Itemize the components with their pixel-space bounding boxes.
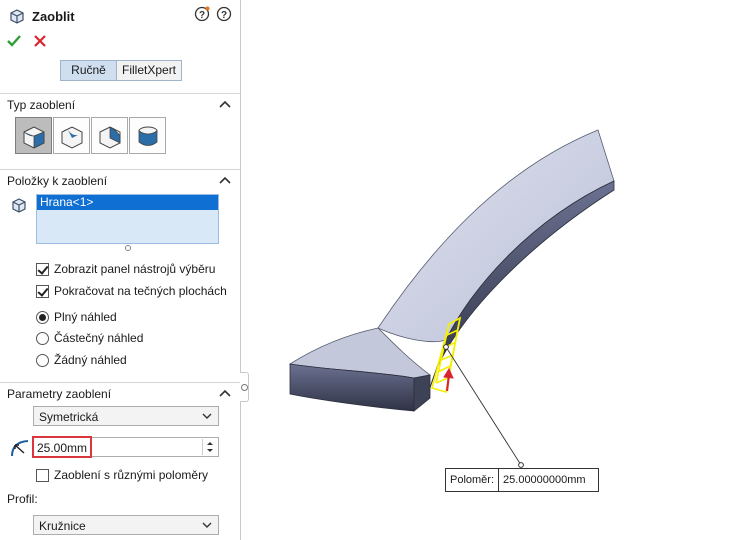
multi-radius-checkbox[interactable]: Zaoblení s různými poloměry	[36, 468, 208, 482]
radio-unselected[interactable]	[36, 353, 49, 367]
radius-callout[interactable]: Poloměr: 25.00000000mm	[445, 468, 599, 492]
full-round-fillet-icon	[138, 126, 157, 146]
profile-label: Profil:	[7, 492, 38, 506]
variable-fillet-icon	[61, 125, 82, 149]
show-selection-toolbar-checkbox[interactable]: Zobrazit panel nástrojů výběru	[36, 262, 215, 276]
partial-preview-label: Částečný náhled	[54, 331, 144, 345]
variable-size-fillet-button[interactable]	[53, 117, 90, 154]
collapse-chevron-icon[interactable]	[219, 388, 231, 398]
spin-arrows-icon[interactable]	[203, 439, 217, 455]
foot-end-face[interactable]	[413, 374, 431, 412]
fillet-method-value: Symetrická	[39, 410, 99, 424]
svg-text:?: ?	[221, 10, 227, 21]
fillet-items-section-header[interactable]: Položky k zaoblení	[0, 169, 240, 189]
tab-filletxpert[interactable]: FilletXpert	[117, 61, 182, 80]
callout-leader-line	[445, 346, 522, 466]
callout-value[interactable]: 25.00000000mm	[499, 469, 590, 491]
mode-tabs: Ručně FilletXpert	[60, 60, 183, 81]
radius-spinner[interactable]	[202, 439, 217, 455]
no-preview-label: Žádný náhled	[54, 353, 127, 367]
full-preview-radio[interactable]: Plný náhled	[36, 310, 117, 324]
property-manager-panel: Zaoblit ? ? Ručně FilletXpert Typ zaoble…	[0, 0, 241, 540]
list-resize-handle[interactable]	[125, 245, 131, 251]
fillet-parameters-section-header[interactable]: Parametry zaoblení	[0, 382, 240, 402]
callout-end-point	[518, 462, 524, 468]
cancel-x-button[interactable]	[32, 33, 48, 49]
partial-preview-radio[interactable]: Částečný náhled	[36, 331, 143, 345]
profile-value: Kružnice	[39, 519, 86, 533]
face-fillet-icon	[99, 125, 120, 149]
list-item[interactable]: Hrana<1>	[37, 195, 218, 210]
help-icon[interactable]: ?	[216, 6, 232, 22]
arm-top-face[interactable]	[377, 129, 615, 343]
fillet-method-dropdown[interactable]: Symetrická	[33, 406, 219, 426]
whats-wrong-help-icon[interactable]: ?	[194, 6, 210, 22]
direction-arrow-icon	[443, 367, 454, 392]
tangent-propagation-checkbox[interactable]: Pokračovat na tečných plochách	[36, 284, 227, 298]
ok-checkmark-button[interactable]	[6, 33, 22, 49]
multi-radius-label: Zaoblení s různými poloměry	[54, 468, 209, 482]
constant-fillet-icon	[23, 125, 44, 149]
radius-icon	[11, 440, 29, 457]
fillet-feature-icon	[10, 9, 24, 24]
panel-title: Zaoblit	[32, 8, 75, 24]
fillet-items-section-label: Položky k zaoblení	[7, 174, 108, 188]
tab-manual[interactable]: Ručně	[61, 61, 117, 80]
collapse-chevron-icon[interactable]	[219, 99, 231, 109]
checkbox-unchecked[interactable]	[36, 468, 49, 482]
full-preview-label: Plný náhled	[54, 310, 117, 324]
svg-text:?: ?	[199, 10, 205, 21]
face-fillet-button[interactable]	[91, 117, 128, 154]
fillet-type-section-header[interactable]: Typ zaoblení	[0, 93, 240, 113]
collapse-chevron-icon[interactable]	[219, 175, 231, 185]
chevron-down-icon	[202, 413, 212, 419]
callout-anchor-point	[443, 344, 449, 350]
profile-dropdown[interactable]: Kružnice	[33, 515, 219, 535]
show-selection-toolbar-label: Zobrazit panel nástrojů výběru	[54, 262, 216, 276]
radio-unselected[interactable]	[36, 331, 49, 345]
constant-size-fillet-button[interactable]	[15, 117, 52, 154]
radio-selected[interactable]	[36, 310, 49, 324]
no-preview-radio[interactable]: Žádný náhled	[36, 353, 127, 367]
checkbox-checked[interactable]	[36, 262, 49, 276]
fillet-type-section-label: Typ zaoblení	[7, 98, 76, 112]
chevron-down-icon	[202, 522, 212, 528]
radius-highlight-box	[32, 436, 92, 458]
callout-label: Poloměr:	[446, 469, 500, 491]
edge-selection-icon	[12, 198, 26, 213]
items-to-fillet-list[interactable]: Hrana<1>	[36, 194, 219, 244]
full-round-fillet-button[interactable]	[129, 117, 166, 154]
panel-splitter-handle[interactable]	[240, 372, 249, 402]
fillet-parameters-section-label: Parametry zaoblení	[7, 387, 112, 401]
fillet-type-buttons	[15, 117, 166, 154]
tangent-propagation-label: Pokračovat na tečných plochách	[54, 284, 227, 298]
graphics-area[interactable]	[250, 0, 750, 540]
checkbox-checked[interactable]	[36, 284, 49, 298]
